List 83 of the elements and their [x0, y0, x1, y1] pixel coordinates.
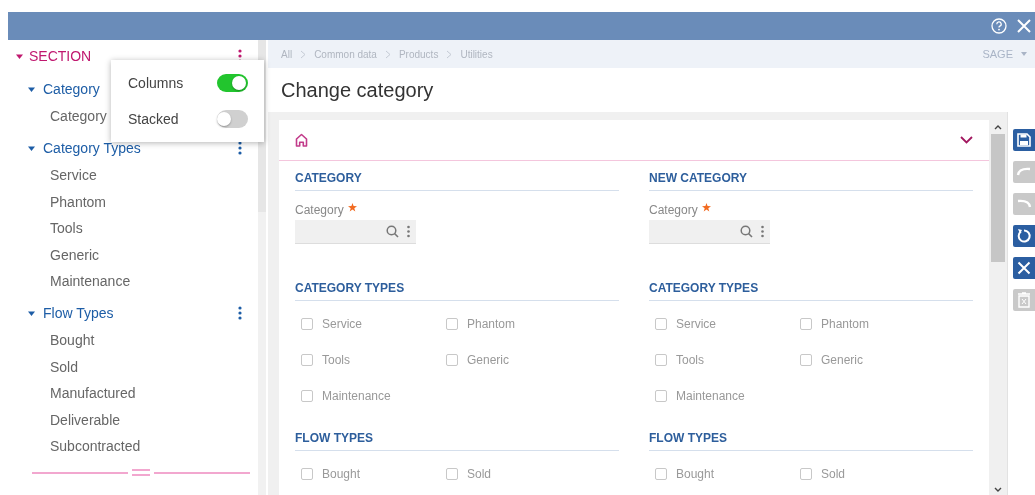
sidebar-group-title[interactable]: Category Types: [43, 140, 230, 157]
field-label: Category: [649, 203, 698, 217]
checkbox-label: Sold: [821, 467, 846, 481]
sidebar-item[interactable]: Generic: [50, 245, 100, 264]
checkbox-label: Bought: [676, 467, 715, 481]
checkbox[interactable]: [800, 354, 812, 366]
checkbox[interactable]: [301, 390, 313, 402]
checkbox[interactable]: [301, 354, 313, 366]
more-options-icon[interactable]: [761, 225, 764, 238]
section-heading: CATEGORY TYPES: [295, 281, 405, 295]
field-label: Category: [295, 203, 344, 217]
section-heading: CATEGORY TYPES: [649, 281, 759, 295]
section-heading: FLOW TYPES: [649, 431, 727, 445]
save-button[interactable]: [1013, 129, 1035, 151]
checkbox-label: Phantom: [821, 317, 870, 331]
checkbox-label: Service: [322, 317, 362, 331]
checkbox-label: Service: [676, 317, 716, 331]
lookup-field[interactable]: [649, 220, 770, 244]
sidebar-item[interactable]: Category: [50, 107, 107, 125]
caret-icon[interactable]: [28, 309, 35, 317]
checkbox[interactable]: [301, 318, 313, 330]
checkbox[interactable]: [655, 354, 667, 366]
checkbox[interactable]: [446, 318, 458, 330]
scroll-down-icon[interactable]: [994, 487, 1002, 493]
chevron-right-icon: [300, 49, 307, 59]
checkbox-label: Tools: [322, 353, 350, 367]
sidebar-group-title[interactable]: Flow Types: [43, 305, 230, 322]
sidebar-item[interactable]: Manufactured: [50, 384, 136, 403]
search-icon[interactable]: [740, 225, 753, 238]
checkbox-label: Sold: [467, 467, 492, 481]
section-heading: FLOW TYPES: [295, 431, 373, 445]
refresh-icon: [1015, 227, 1033, 245]
checkbox-label: Tools: [676, 353, 704, 367]
checkbox-label: Generic: [821, 353, 864, 367]
section-heading: NEW CATEGORY: [649, 171, 747, 185]
menu-option-label: Stacked: [128, 111, 179, 127]
checkbox[interactable]: [655, 390, 667, 402]
chevron-right-icon: [384, 49, 391, 59]
chevron-down-icon[interactable]: [960, 136, 973, 144]
checkbox[interactable]: [800, 468, 812, 480]
sidebar-item[interactable]: Service: [50, 166, 97, 185]
checkbox-label: Maintenance: [676, 389, 745, 403]
caret-icon[interactable]: [16, 52, 23, 60]
checkbox[interactable]: [655, 318, 667, 330]
scroll-up-icon[interactable]: [994, 124, 1002, 130]
toggle-switch[interactable]: [217, 74, 248, 92]
checkbox-label: Phantom: [467, 317, 516, 331]
sidebar-item[interactable]: Bought: [50, 331, 95, 350]
refresh-button[interactable]: [1013, 225, 1035, 247]
help-icon[interactable]: [991, 18, 1007, 34]
checkbox-label: Maintenance: [322, 389, 391, 403]
sidebar-item[interactable]: Phantom: [50, 192, 107, 211]
checkbox[interactable]: [301, 468, 313, 480]
caret-icon[interactable]: [28, 85, 35, 93]
trash-icon: [1015, 291, 1033, 309]
lookup-field[interactable]: [295, 220, 416, 244]
checkbox[interactable]: [446, 468, 458, 480]
checkbox-label: Bought: [322, 467, 361, 481]
checkbox-label: Generic: [467, 353, 510, 367]
section-heading: CATEGORY: [295, 171, 362, 185]
close-icon: [1015, 259, 1033, 277]
sidebar-item[interactable]: Sold: [50, 357, 79, 376]
toggle-switch[interactable]: [217, 110, 248, 128]
sidebar-item[interactable]: Maintenance: [50, 271, 131, 290]
more-options-icon[interactable]: [238, 306, 242, 321]
section-title[interactable]: SECTION: [29, 48, 232, 64]
save-icon: [1015, 131, 1033, 149]
checkbox[interactable]: [446, 354, 458, 366]
checkbox[interactable]: [655, 468, 667, 480]
search-icon[interactable]: [386, 225, 399, 238]
sidebar-item[interactable]: Subcontracted: [50, 436, 141, 455]
close-button[interactable]: [1013, 257, 1035, 279]
checkbox[interactable]: [800, 318, 812, 330]
caret-icon[interactable]: [28, 144, 35, 152]
menu-option-label: Columns: [128, 75, 184, 91]
home-icon[interactable]: [295, 133, 308, 147]
sidebar-item[interactable]: Deliverable: [50, 410, 121, 429]
sidebar-item[interactable]: Tools: [50, 219, 83, 238]
more-options-icon[interactable]: [407, 225, 410, 238]
chevron-right-icon: [446, 49, 453, 59]
close-icon[interactable]: [1017, 19, 1031, 33]
page-title: Change category: [281, 78, 434, 102]
resize-handle-icon[interactable]: [132, 469, 150, 477]
